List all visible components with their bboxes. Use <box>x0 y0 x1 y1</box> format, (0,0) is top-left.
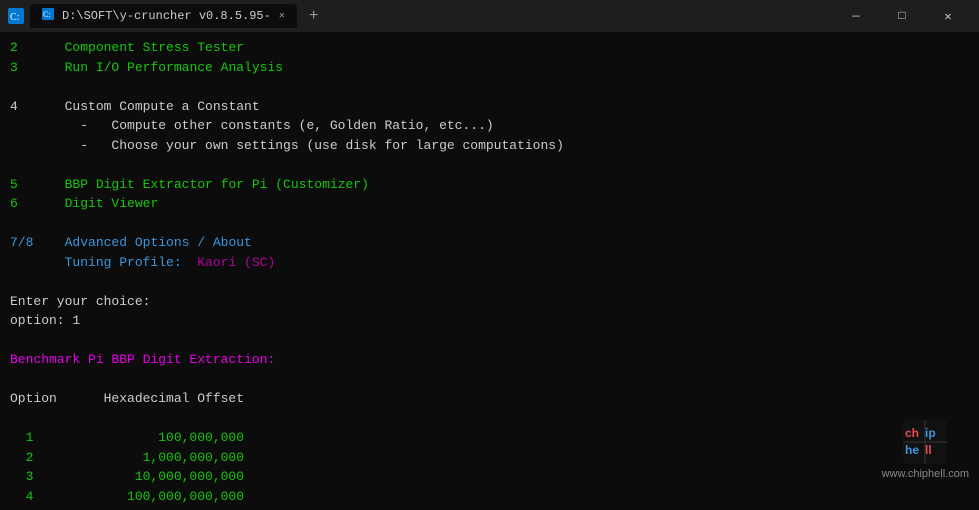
terminal-window: 2 Component Stress Tester 3 Run I/O Perf… <box>0 32 979 510</box>
table-row-2: 2 1,000,000,000 <box>10 448 969 468</box>
menu-line-2: 2 Component Stress Tester <box>10 38 969 58</box>
blank-6 <box>10 370 969 390</box>
line-number-5: 5 <box>10 177 18 192</box>
line-number-3: 3 <box>10 60 18 75</box>
title-bar: C: C: D:\SOFT\y-cruncher v0.8.5.95- ✕ + … <box>0 0 979 32</box>
enter-choice-line: Enter your choice: <box>10 292 969 312</box>
menu-line-78: 7/8 Advanced Options / About <box>10 233 969 253</box>
maximize-button[interactable]: □ <box>879 0 925 32</box>
menu-line-4: 4 Custom Compute a Constant <box>10 97 969 117</box>
title-bar-left: C: C: D:\SOFT\y-cruncher v0.8.5.95- ✕ + <box>8 4 825 28</box>
svg-text:C:: C: <box>10 12 19 23</box>
line-number-2: 2 <box>10 40 18 55</box>
blank-4 <box>10 272 969 292</box>
tab-main[interactable]: C: D:\SOFT\y-cruncher v0.8.5.95- ✕ <box>30 4 297 28</box>
watermark: ch ip he ll www.chiphell.com <box>882 420 969 480</box>
svg-text:he: he <box>905 443 919 457</box>
tuning-value: Kaori (SC) <box>197 255 275 270</box>
tab-title: D:\SOFT\y-cruncher v0.8.5.95- <box>62 9 271 23</box>
menu-line-3: 3 Run I/O Performance Analysis <box>10 58 969 78</box>
table-row-4: 4 100,000,000,000 <box>10 487 969 507</box>
menu-line-6: 6 Digit Viewer <box>10 194 969 214</box>
minimize-button[interactable]: — <box>833 0 879 32</box>
table-row-5: 5 1,000,000,000,000 <box>10 506 969 510</box>
tab-favicon: C: <box>42 8 54 24</box>
close-button[interactable]: ✕ <box>925 0 971 32</box>
blank-7 <box>10 409 969 429</box>
svg-text:ll: ll <box>925 443 932 457</box>
benchmark-title-line: Benchmark Pi BBP Digit Extraction: <box>10 350 969 370</box>
line-number-78: 7/8 <box>10 235 33 250</box>
terminal-icon: C: <box>8 8 24 24</box>
blank-3 <box>10 214 969 234</box>
window-controls: — □ ✕ <box>833 0 971 32</box>
line-number-4: 4 <box>10 99 18 114</box>
chip-logo: ch ip he ll <box>903 420 947 464</box>
table-row-3: 3 10,000,000,000 <box>10 467 969 487</box>
table-header: Option Hexadecimal Offset <box>10 391 244 406</box>
menu-line-4a: - Compute other constants (e, Golden Rat… <box>10 116 969 136</box>
table-row-1: 1 100,000,000 <box>10 428 969 448</box>
blank-1 <box>10 77 969 97</box>
table-header-line: Option Hexadecimal Offset <box>10 389 969 409</box>
menu-line-4b: - Choose your own settings (use disk for… <box>10 136 969 156</box>
tab-close-button[interactable]: ✕ <box>279 10 285 22</box>
blank-5 <box>10 331 969 351</box>
svg-text:C:: C: <box>43 10 51 19</box>
watermark-url: www.chiphell.com <box>882 468 969 480</box>
blank-2 <box>10 155 969 175</box>
menu-line-5: 5 BBP Digit Extractor for Pi (Customizer… <box>10 175 969 195</box>
option-1-line: option: 1 <box>10 311 969 331</box>
chip-logo-svg: ch ip he ll <box>903 420 947 464</box>
benchmark-title: Benchmark Pi BBP Digit Extraction: <box>10 352 275 367</box>
tuning-profile-line: Tuning Profile: Kaori (SC) <box>10 253 969 273</box>
new-tab-button[interactable]: + <box>303 7 325 25</box>
svg-text:ip: ip <box>925 426 936 440</box>
line-number-6: 6 <box>10 196 18 211</box>
svg-text:ch: ch <box>905 426 919 440</box>
